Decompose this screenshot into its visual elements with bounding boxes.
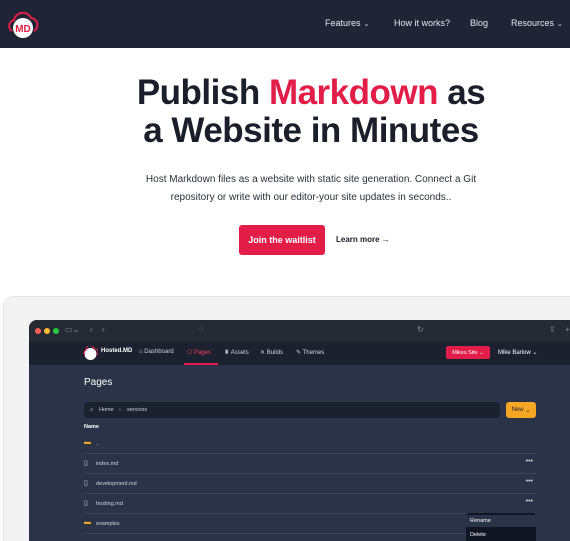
column-header-name[interactable]: Name [84,424,99,430]
file-icon: ▯ [84,500,88,507]
nav-blog-label: Blog [470,18,489,28]
row-name: examples [96,521,120,527]
hero-title-line2: a Website in Minutes [143,111,479,150]
chevron-down-icon: ⌄ [525,407,531,414]
breadcrumb: ⌂ Home › services [84,402,500,418]
chevron-down-icon: ⌄ [557,21,563,28]
app-logo-icon[interactable] [83,346,98,361]
context-menu: Rename Delete [466,513,536,541]
app-nav-builds[interactable]: ✕ Builds [260,349,283,356]
site-selector-label: Mikes Site [452,349,478,356]
new-tab-icon[interactable]: + [565,325,570,334]
home-icon[interactable]: ⌂ [90,407,93,413]
hero-title-accent: Markdown [268,73,439,112]
chevron-down-icon: ⌄ [532,350,538,356]
share-icon[interactable]: ⇪ [549,325,556,334]
site-selector[interactable]: Mikes Site ⌄ [446,346,490,359]
file-icon: ▯ [84,480,88,487]
chevron-right-icon: › [119,407,121,413]
chevron-down-icon: ⌄ [363,21,370,28]
app-nav-pages-label: Pages [193,350,211,356]
nav-blog[interactable]: Blog [470,18,488,28]
hero-title-post: as [438,73,486,112]
table-row[interactable]: ▬ .. [84,434,536,454]
new-button[interactable]: New ⌄ [506,402,536,418]
more-options-icon[interactable]: ••• [526,498,533,505]
table-row[interactable]: ▯ development.md ••• [84,474,536,494]
app-nav-themes-label: Themes [302,350,325,356]
nav-features-label: Features [325,18,361,28]
table-row[interactable]: ▯ hosting.md ••• [84,494,536,514]
top-nav: MD Features ⌄ How it works? Blog Resource… [0,0,570,48]
hero-subtitle: Host Markdown files as a website with st… [145,174,477,203]
hero-title-pre: Publish [136,73,269,112]
row-name: .. [96,441,100,447]
back-arrow-icon[interactable]: ‹ [90,325,93,334]
nav-how-label: How it works? [394,18,451,28]
nav-how-it-works[interactable]: How it works? [394,18,450,28]
folder-icon: ▬ [84,439,91,446]
nav-resources-label: Resources [511,18,555,28]
chevron-down-icon: ⌄ [479,349,484,356]
maximize-window-icon[interactable] [53,328,59,334]
user-name: Mike Barlow [498,350,531,356]
browser-chrome: ▭⌄ ‹ › ◌ ↻ ⇪ + [29,320,570,342]
nav-features[interactable]: Features ⌄ [325,18,369,28]
active-tab-indicator [184,363,218,365]
row-name: index.md [96,461,119,467]
sidebar-toggle-icon[interactable]: ▭⌄ [65,325,79,334]
app-nav-dashboard-label: Dashboard [144,349,174,355]
breadcrumb-services[interactable]: services [127,407,147,413]
app-nav-themes[interactable]: ✎ Themes [296,349,324,356]
menu-item-delete[interactable]: Delete [466,529,536,541]
forward-arrow-icon[interactable]: › [102,325,105,334]
menu-item-rename[interactable]: Rename [466,515,536,527]
app-nav-assets[interactable]: ♜ Assets [224,349,249,356]
file-icon: ▯ [84,460,88,467]
page-title: Pages [84,377,113,388]
app-brand[interactable]: Hosted.MD [101,348,132,354]
breadcrumb-home[interactable]: Home [99,407,114,413]
app-nav-dashboard[interactable]: ⌂ Dashboard [139,349,174,355]
nav-resources[interactable]: Resources ⌄ [511,18,563,28]
minimize-window-icon[interactable] [44,328,50,334]
folder-icon: ▬ [84,519,91,526]
md-cloud-logo[interactable]: MD [6,7,40,39]
shield-icon: ◌ [199,325,204,334]
more-options-icon[interactable]: ••• [526,458,533,465]
app-header: Hosted.MD ⌂ Dashboard ⎔ Pages ♜ Assets ✕… [29,342,570,365]
join-waitlist-button[interactable]: Join the waitlist [239,225,325,255]
learn-more-link[interactable]: Learn more → [336,235,390,244]
more-options-icon[interactable]: ••• [526,478,533,485]
row-name: hosting.md [96,501,123,507]
table-row[interactable]: ▯ index.md ••• [84,454,536,474]
logo-text: MD [15,24,31,35]
app-nav-assets-label: Assets [230,350,249,356]
reload-icon[interactable]: ↻ [417,325,424,334]
app-nav-builds-label: Builds [266,350,284,356]
new-button-label: New [511,407,524,413]
browser-window: ▭⌄ ‹ › ◌ ↻ ⇪ + Hosted.MD ⌂ Dashboard ⎔ P… [29,320,570,541]
app-nav-pages[interactable]: ⎔ Pages [187,349,211,356]
row-name: development.md [96,481,137,487]
hero-title: Publish Markdown as a Website in Minutes [0,74,570,150]
close-window-icon[interactable] [35,328,41,334]
user-menu[interactable]: Mike Barlow ⌄ [498,349,537,356]
